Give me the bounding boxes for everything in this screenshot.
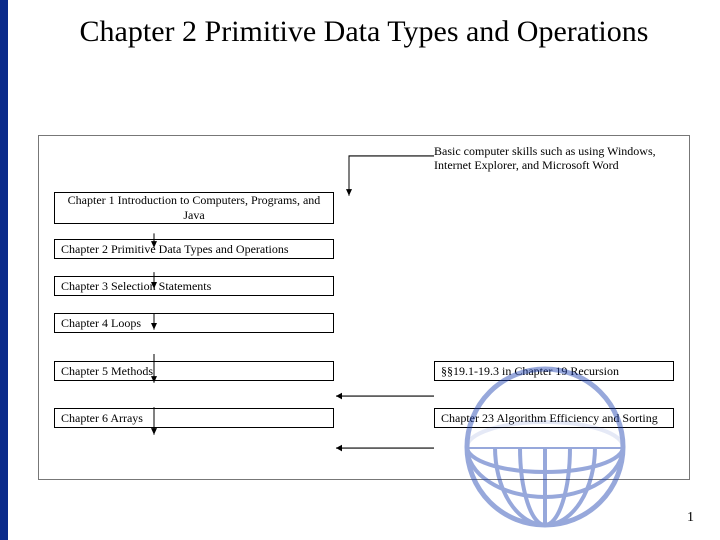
box-chapter-2: Chapter 2 Primitive Data Types and Opera…	[54, 239, 334, 259]
flow-diagram: Basic computer skills such as using Wind…	[38, 135, 690, 480]
skills-note: Basic computer skills such as using Wind…	[434, 144, 684, 173]
box-ref-ch19: §§19.1-19.3 in Chapter 19 Recursion	[434, 361, 674, 381]
page-title: Chapter 2 Primitive Data Types and Opera…	[8, 0, 720, 60]
page-number: 1	[687, 510, 694, 526]
box-chapter-6: Chapter 6 Arrays	[54, 408, 334, 428]
box-ref-ch23: Chapter 23 Algorithm Efficiency and Sort…	[434, 408, 674, 428]
box-chapter-1: Chapter 1 Introduction to Computers, Pro…	[54, 192, 334, 224]
box-chapter-4: Chapter 4 Loops	[54, 313, 334, 333]
slide: Chapter 2 Primitive Data Types and Opera…	[8, 0, 720, 540]
box-chapter-3: Chapter 3 Selection Statements	[54, 276, 334, 296]
box-chapter-5: Chapter 5 Methods	[54, 361, 334, 381]
